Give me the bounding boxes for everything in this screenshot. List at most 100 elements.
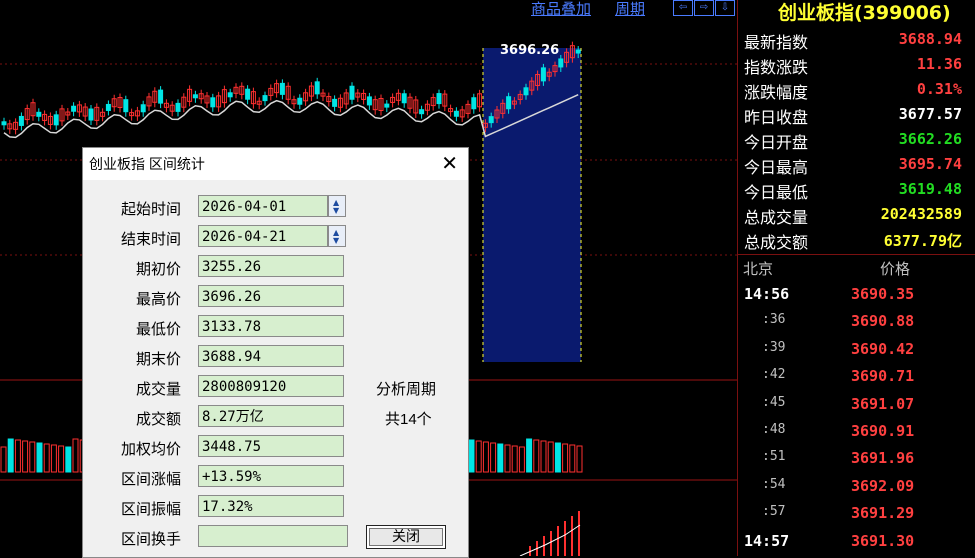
end-time-input[interactable]: 2026-04-21 (198, 225, 328, 247)
quote-row: 昨日收盘 3677.57 (744, 104, 970, 128)
volume-bar (65, 446, 72, 473)
tick-price: 3691.30 (851, 531, 915, 550)
quote-value: 11.36 (916, 55, 962, 73)
index-title: 创业板指(399006) (778, 2, 951, 24)
tick-price: 3691.29 (851, 504, 915, 523)
tick-row: :42 3690.71 (738, 367, 970, 391)
stat-value[interactable]: 17.32% (198, 495, 344, 517)
tick-price: 3690.91 (851, 422, 915, 440)
stat-row: 加权均价 3448.75 (83, 435, 468, 461)
analysis-period-label: 分析周期 (376, 381, 437, 398)
volume-bar (576, 445, 583, 473)
candle-body (401, 93, 407, 104)
candle-body (575, 49, 581, 54)
volume-bar (468, 439, 475, 473)
volume-bar (58, 445, 65, 473)
tick-price: 3690.35 (851, 285, 915, 303)
quote-label: 今日最低 (744, 183, 809, 202)
nav-down-button[interactable]: ⇩ (715, 0, 735, 16)
stat-label: 最高价 (135, 291, 181, 308)
stat-value[interactable] (198, 525, 348, 547)
stat-label: 成交量 (135, 381, 181, 398)
candle-body (384, 103, 390, 108)
tick-price: 3690.42 (851, 339, 915, 358)
quote-value: 3688.94 (898, 30, 962, 48)
candle-body (540, 67, 546, 82)
stat-value[interactable]: 2800809120 (198, 375, 344, 397)
candle-body (262, 95, 268, 102)
close-button[interactable]: 关闭 (366, 525, 446, 549)
volume-bar (7, 438, 14, 473)
quote-row: 指数涨跌 11.36 (744, 54, 970, 78)
tick-row: 14:57 3691.30 (738, 532, 970, 556)
stat-row: 区间振幅 17.32% (83, 495, 468, 521)
quote-value: 0.31% (916, 80, 962, 98)
volume-bar (475, 440, 482, 473)
quote-panel: 创业板指(399006) 最新指数 3688.94 指数涨跌 11.36 涨跌幅度 0.3… (737, 0, 975, 556)
spin-down-icon[interactable]: ▼ (333, 207, 339, 215)
candle-body (349, 85, 355, 100)
period-link[interactable]: 周期 (615, 0, 645, 19)
nav-right-button[interactable]: ⇨ (694, 0, 714, 16)
end-time-spinner[interactable]: ▲ ▼ (328, 225, 346, 247)
candle-body (105, 103, 111, 111)
candle-body (175, 102, 181, 112)
overlay-link[interactable]: 商品叠加 (531, 0, 591, 19)
candle-body (140, 104, 146, 113)
candle-body (488, 116, 494, 124)
stat-label: 期末价 (135, 351, 181, 368)
quote-label: 总成交额 (744, 233, 809, 252)
candle-body (158, 89, 164, 104)
tick-time: :48 (762, 422, 786, 437)
candle-body (471, 97, 477, 110)
tick-price: 3691.96 (851, 449, 915, 468)
volume-bar (511, 445, 518, 473)
start-time-spinner[interactable]: ▲ ▼ (328, 195, 346, 217)
quote-row: 涨跌幅度 0.31% (744, 79, 970, 103)
quote-value: 3619.48 (898, 180, 962, 198)
quote-label: 最新指数 (744, 33, 809, 52)
close-icon[interactable]: ✕ (441, 151, 458, 175)
peak-price-label: 3696.26 (500, 43, 559, 58)
quote-value: 202432589 (880, 205, 962, 223)
tick-time: :39 (762, 339, 786, 355)
candle-body (245, 88, 251, 100)
quote-row: 总成交额 6377.79亿 (744, 229, 970, 253)
stat-label: 区间换手 (120, 531, 181, 548)
dialog-titlebar[interactable]: 创业板指 区间统计 ✕ (83, 148, 468, 180)
quote-value: 3695.74 (898, 155, 962, 173)
candle-body (558, 58, 564, 68)
quote-row: 最新指数 3688.94 (744, 29, 970, 53)
volume-bar (518, 446, 525, 473)
stat-value[interactable]: +13.59% (198, 465, 344, 487)
quote-label: 指数涨跌 (744, 58, 809, 77)
tick-price: 3692.09 (851, 476, 915, 495)
quote-label: 涨跌幅度 (744, 83, 809, 102)
tick-time: :45 (762, 394, 786, 410)
stat-value[interactable]: 3255.26 (198, 255, 344, 277)
volume-bar (29, 441, 36, 473)
stat-label: 期初价 (135, 261, 181, 278)
volume-bar (14, 439, 21, 473)
stat-label: 区间涨幅 (120, 471, 181, 488)
stat-value[interactable]: 3448.75 (198, 435, 344, 457)
stat-label: 加权均价 (120, 441, 181, 458)
nav-left-button[interactable]: ⇦ (673, 0, 693, 16)
tick-time: 14:57 (744, 531, 790, 550)
spin-down-icon[interactable]: ▼ (333, 237, 339, 245)
volume-bar (490, 442, 497, 473)
tick-row: :36 3690.88 (738, 312, 970, 336)
tick-row: :57 3691.29 (738, 504, 970, 528)
tick-price: 3690.88 (851, 312, 915, 331)
start-time-input[interactable]: 2026-04-01 (198, 195, 328, 217)
stat-value[interactable]: 8.27万亿 (198, 405, 344, 427)
stat-value[interactable]: 3688.94 (198, 345, 344, 367)
volume-bar (22, 440, 29, 473)
stat-value[interactable]: 3133.78 (198, 315, 344, 337)
volume-bar (482, 441, 489, 473)
volume-bar (554, 442, 561, 473)
stat-value[interactable]: 3696.26 (198, 285, 344, 307)
candle-body (279, 82, 285, 95)
volume-bar (569, 444, 576, 473)
tick-row: :45 3691.07 (738, 395, 970, 419)
